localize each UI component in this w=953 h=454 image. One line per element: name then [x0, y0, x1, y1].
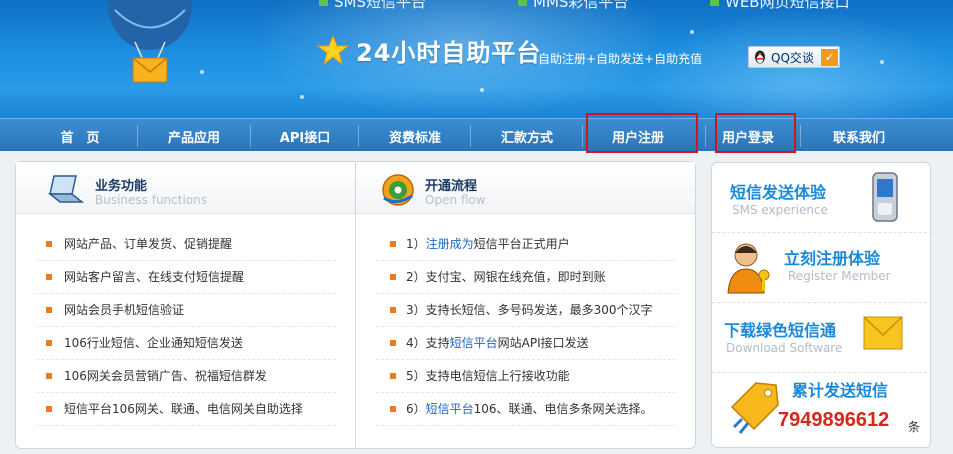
- nav-divider: [358, 125, 359, 147]
- nav-divider: [250, 125, 251, 147]
- hot-air-balloon-icon: [108, 0, 192, 83]
- list-item: 2）支付宝、网银在线充值，即时到账: [376, 261, 676, 294]
- main-nav: 首 页 产品应用 API接口 资费标准 汇款方式 用户注册 用户登录 联系我们: [0, 118, 953, 151]
- top-link-sms[interactable]: SMS短信平台: [319, 0, 426, 12]
- price-tag-icon: [730, 382, 779, 434]
- total-sent-unit: 条: [908, 420, 921, 434]
- list-item: 短信平台106网关、联通、电信网关自助选择: [36, 393, 336, 426]
- list-item: 3）支持长短信、多号码发送，最多300个汉字: [376, 294, 676, 327]
- list-item: 6）短信平台106、联通、电信多条网关选择。: [376, 393, 676, 426]
- check-icon: ✓: [821, 48, 838, 66]
- user-with-key-icon: [727, 243, 770, 294]
- nav-payment[interactable]: 汇款方式: [484, 119, 570, 151]
- star-icon: [316, 34, 350, 65]
- top-link-web[interactable]: WEB网页短信接口: [710, 0, 850, 12]
- slogan-title: 24小时自助平台: [356, 39, 542, 67]
- nav-divider: [800, 125, 801, 147]
- header-banner: SMS短信平台 MMS彩信平台 WEB网页短信接口 24小时自助平台 自助注册+…: [0, 0, 953, 118]
- highlight-box-register: [586, 113, 698, 153]
- list-item: 网站客户留言、在线支付短信提醒: [36, 261, 336, 294]
- download-software-block[interactable]: 下载绿色短信通 Download Software: [712, 303, 932, 373]
- list-item: 1）注册成为短信平台正式用户: [376, 228, 676, 261]
- nav-products[interactable]: 产品应用: [152, 119, 236, 151]
- sms-platform-link[interactable]: 短信平台: [450, 336, 498, 350]
- green-square-icon: [518, 0, 527, 6]
- total-sent-block: 累计发送短信: [712, 373, 932, 443]
- open-flow-panel: 开通流程 Open flow 1）注册成为短信平台正式用户 2）支付宝、网银在线…: [355, 161, 696, 449]
- green-square-icon: [710, 0, 719, 6]
- list-item: 106行业短信、企业通知短信发送: [36, 327, 336, 360]
- qq-penguin-icon: [755, 50, 765, 64]
- list-item: 网站会员手机短信验证: [36, 294, 336, 327]
- cd-disc-icon: [382, 174, 414, 206]
- green-square-icon: [319, 0, 328, 6]
- panel-header: 开通流程 Open flow: [356, 162, 695, 214]
- business-functions-panel: 业务功能 Business functions 网站产品、订单发货、促销提醒 网…: [15, 161, 356, 449]
- list-item: 4）支持短信平台网站API接口发送: [376, 327, 676, 360]
- panel-title: 开通流程: [425, 179, 478, 194]
- sms-platform-link[interactable]: 短信平台: [426, 402, 474, 416]
- nav-divider: [705, 125, 706, 147]
- register-link[interactable]: 注册成为: [426, 237, 474, 251]
- nav-divider: [137, 125, 138, 147]
- top-links: SMS短信平台 MMS彩信平台 WEB网页短信接口: [0, 0, 953, 11]
- qq-chat-button[interactable]: QQ交谈 ✓: [748, 46, 840, 68]
- nav-api[interactable]: API接口: [262, 119, 348, 151]
- nav-divider: [470, 125, 471, 147]
- flow-list: 1）注册成为短信平台正式用户 2）支付宝、网银在线充值，即时到账 3）支持长短信…: [376, 228, 676, 426]
- slogan: 24小时自助平台: [316, 33, 541, 68]
- top-link-mms[interactable]: MMS彩信平台: [518, 0, 628, 12]
- sparkle: [880, 60, 884, 64]
- register-member-title: 立刻注册体验: [784, 249, 881, 268]
- list-item: 106网关会员营销广告、祝福短信群发: [36, 360, 336, 393]
- total-sent-title: 累计发送短信: [792, 381, 889, 400]
- highlight-box-login: [715, 113, 796, 153]
- panel-header: 业务功能 Business functions: [16, 162, 355, 214]
- sms-experience-block[interactable]: 短信发送体验 SMS experience: [712, 163, 932, 233]
- sms-experience-title: 短信发送体验: [730, 183, 827, 202]
- list-item: 网站产品、订单发货、促销提醒: [36, 228, 336, 261]
- total-sent-count: 7949896612: [778, 409, 890, 431]
- download-software-title: 下载绿色短信通: [724, 321, 837, 340]
- panel-title: 业务功能: [95, 179, 148, 194]
- sparkle: [300, 95, 304, 99]
- right-sidebar: 短信发送体验 SMS experience 立刻注册体验 Register Me…: [711, 162, 932, 448]
- register-member-block[interactable]: 立刻注册体验 Register Member: [712, 233, 932, 303]
- sms-experience-subtitle: SMS experience: [732, 203, 828, 217]
- sparkle: [690, 30, 694, 34]
- envelope-icon: [863, 316, 903, 350]
- mobile-phone-icon: [872, 172, 898, 222]
- panel-subtitle: Business functions: [95, 193, 208, 207]
- nav-pricing[interactable]: 资费标准: [372, 119, 458, 151]
- business-list: 网站产品、订单发货、促销提醒 网站客户留言、在线支付短信提醒 网站会员手机短信验…: [36, 228, 336, 426]
- register-member-subtitle: Register Member: [788, 269, 891, 283]
- nav-contact[interactable]: 联系我们: [815, 119, 903, 151]
- download-software-subtitle: Download Software: [726, 341, 843, 355]
- panel-subtitle: Open flow: [425, 193, 486, 207]
- qq-chat-label: QQ交谈: [771, 50, 814, 65]
- laptop-icon: [47, 175, 85, 203]
- nav-home[interactable]: 首 页: [40, 119, 120, 151]
- slogan-subtitle: 自助注册+自助发送+自助充值: [538, 52, 703, 66]
- list-item: 5）支持电信短信上行接收功能: [376, 360, 676, 393]
- nav-divider: [582, 125, 583, 147]
- sparkle: [480, 88, 484, 92]
